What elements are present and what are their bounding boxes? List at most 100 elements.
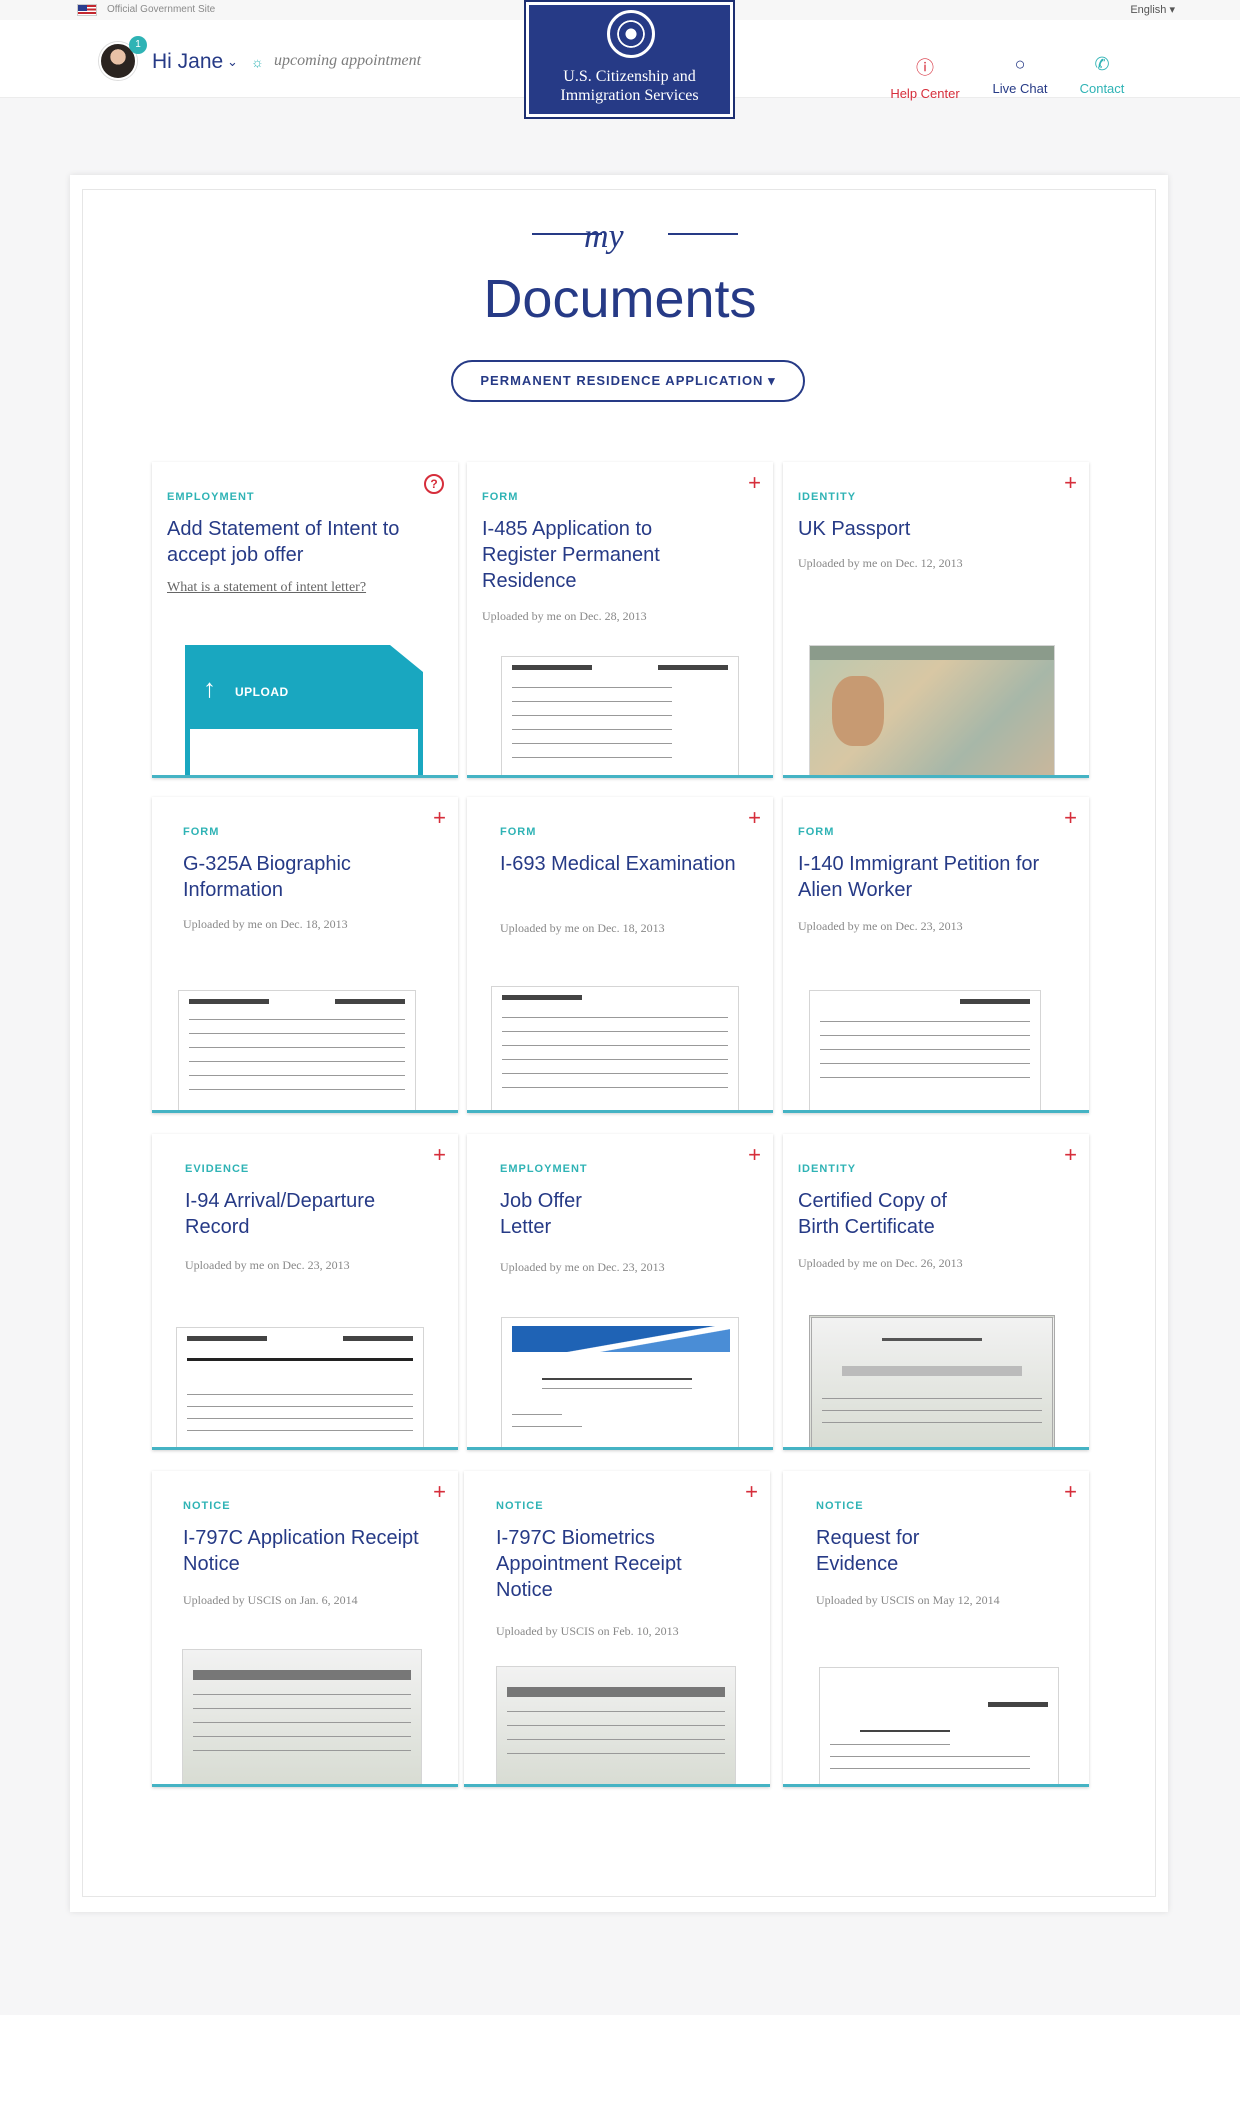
add-icon[interactable]: + xyxy=(745,1479,758,1505)
document-thumbnail[interactable] xyxy=(178,990,416,1110)
document-card-job-offer[interactable]: + EMPLOYMENT Job Offer Letter Uploaded b… xyxy=(467,1134,773,1450)
add-icon[interactable]: + xyxy=(748,805,761,831)
document-thumbnail[interactable] xyxy=(176,1327,424,1447)
dhs-seal-icon xyxy=(607,10,655,58)
chevron-down-icon[interactable]: ⌄ xyxy=(227,54,238,70)
document-category: FORM xyxy=(183,826,220,838)
document-thumbnail[interactable] xyxy=(182,1649,422,1784)
upload-arrow-icon: ↑ xyxy=(203,673,216,703)
thumb-header xyxy=(988,1702,1048,1707)
add-icon[interactable]: + xyxy=(748,470,761,496)
document-thumbnail[interactable] xyxy=(501,1317,739,1447)
document-title: Job Offer Letter xyxy=(500,1190,582,1238)
thumb-line xyxy=(820,1035,1030,1036)
upload-info: Uploaded by me on Dec. 23, 2013 xyxy=(798,919,963,933)
agency-name: U.S. Citizenship and Immigration Service… xyxy=(526,67,733,105)
thumb-line xyxy=(512,743,672,744)
add-icon[interactable]: + xyxy=(1064,1142,1077,1168)
document-thumbnail[interactable] xyxy=(809,990,1041,1110)
document-title: I-485 Application to Register Permanent … xyxy=(482,518,660,592)
application-filter-label: PERMANENT RESIDENCE APPLICATION xyxy=(480,373,764,388)
document-card-i485[interactable]: + FORM I-485 Application to Register Per… xyxy=(467,462,773,778)
thumb-line xyxy=(830,1768,1030,1769)
thumb-rule xyxy=(882,1338,982,1341)
upload-info: Uploaded by me on Dec. 18, 2013 xyxy=(500,921,665,935)
thumb-line xyxy=(512,715,672,716)
thumb-line xyxy=(187,1406,413,1407)
thumb-banner xyxy=(193,1670,411,1680)
document-title: I-140 Immigrant Petition for Alien Worke… xyxy=(798,853,1040,901)
thumb-rule xyxy=(187,1358,413,1361)
document-card-i140[interactable]: + FORM I-140 Immigrant Petition for Alie… xyxy=(783,797,1089,1113)
thumb-line xyxy=(187,1418,413,1419)
thumb-line xyxy=(507,1739,725,1740)
document-card-statement-of-intent[interactable]: ? EMPLOYMENT Add Statement of Intent to … xyxy=(152,462,458,778)
thumb-line xyxy=(507,1725,725,1726)
document-category: FORM xyxy=(798,826,835,838)
us-flag-icon xyxy=(77,4,97,16)
document-card-birth-certificate[interactable]: + IDENTITY Certified Copy of Birth Certi… xyxy=(783,1134,1089,1450)
document-thumbnail[interactable] xyxy=(491,986,739,1110)
statement-of-intent-info-link[interactable]: What is a statement of intent letter? xyxy=(167,580,366,596)
document-category: IDENTITY xyxy=(798,491,857,503)
help-circle-icon[interactable]: ? xyxy=(424,474,444,494)
thumb-line xyxy=(512,729,672,730)
help-center-link[interactable]: ⓘ Help Center xyxy=(885,54,965,101)
document-card-uk-passport[interactable]: + IDENTITY UK Passport Uploaded by me on… xyxy=(783,462,1089,778)
add-icon[interactable]: + xyxy=(433,1142,446,1168)
document-card-g325a[interactable]: + FORM G-325A Biographic Information Upl… xyxy=(152,797,458,1113)
document-thumbnail[interactable] xyxy=(819,1667,1059,1784)
thumb-line xyxy=(822,1422,1042,1423)
thumb-line xyxy=(512,701,672,702)
phone-icon: ✆ xyxy=(1094,54,1110,74)
language-selector[interactable]: English ▾ xyxy=(1130,3,1175,16)
document-thumbnail[interactable] xyxy=(496,1666,736,1784)
thumb-header xyxy=(187,1336,267,1341)
upcoming-appointment-link[interactable]: upcoming appointment xyxy=(274,52,421,70)
document-thumbnail[interactable] xyxy=(501,656,739,775)
user-greeting[interactable]: Hi Jane xyxy=(152,50,223,74)
official-site-label: Official Government Site xyxy=(107,4,216,15)
upload-label: UPLOAD xyxy=(235,685,289,699)
upload-info: Uploaded by USCIS on May 12, 2014 xyxy=(816,1593,1000,1607)
certificate-banner xyxy=(842,1366,1022,1376)
add-icon[interactable]: + xyxy=(433,805,446,831)
add-icon[interactable]: + xyxy=(1064,805,1077,831)
thumb-line xyxy=(860,1730,950,1732)
document-card-i797c-receipt[interactable]: + NOTICE I-797C Application Receipt Noti… xyxy=(152,1471,458,1787)
document-category: EVIDENCE xyxy=(185,1163,250,1175)
thumb-header xyxy=(960,999,1030,1004)
thumb-header xyxy=(512,665,592,670)
thumb-line xyxy=(507,1753,725,1754)
add-icon[interactable]: + xyxy=(1064,470,1077,496)
document-card-i797c-biometrics[interactable]: + NOTICE I-797C Biometrics Appointment R… xyxy=(464,1471,770,1787)
help-circle-icon: ⓘ xyxy=(916,58,934,78)
thumb-line xyxy=(189,1047,405,1048)
thumb-line xyxy=(820,1021,1030,1022)
help-center-label: Help Center xyxy=(890,86,960,101)
thumb-header xyxy=(335,999,405,1004)
live-chat-link[interactable]: ○ Live Chat xyxy=(980,54,1060,96)
application-filter-dropdown[interactable]: PERMANENT RESIDENCE APPLICATION ▾ xyxy=(451,360,805,402)
document-thumbnail[interactable] xyxy=(809,1315,1055,1447)
thumb-line xyxy=(502,1073,728,1074)
document-category: NOTICE xyxy=(496,1500,544,1512)
add-icon[interactable]: + xyxy=(748,1142,761,1168)
uscis-logo[interactable]: U.S. Citizenship and Immigration Service… xyxy=(524,0,735,119)
add-icon[interactable]: + xyxy=(433,1479,446,1505)
document-card-i693[interactable]: + FORM I-693 Medical Examination Uploade… xyxy=(467,797,773,1113)
caret-down-icon: ▾ xyxy=(768,373,776,388)
letterhead-wave xyxy=(512,1326,730,1352)
document-thumbnail[interactable] xyxy=(809,645,1055,775)
thumb-line xyxy=(193,1708,411,1709)
notification-badge[interactable]: 1 xyxy=(129,36,147,54)
thumb-line xyxy=(512,1414,562,1415)
document-card-i94[interactable]: + EVIDENCE I-94 Arrival/Departure Record… xyxy=(152,1134,458,1450)
thumb-line xyxy=(189,1089,405,1090)
add-icon[interactable]: + xyxy=(1064,1479,1077,1505)
thumb-line xyxy=(822,1410,1042,1411)
document-card-request-for-evidence[interactable]: + NOTICE Request for Evidence Uploaded b… xyxy=(783,1471,1089,1787)
contact-link[interactable]: ✆ Contact xyxy=(1062,54,1142,96)
upload-button[interactable]: ↑ UPLOAD xyxy=(185,645,423,775)
document-title: UK Passport xyxy=(798,518,911,540)
